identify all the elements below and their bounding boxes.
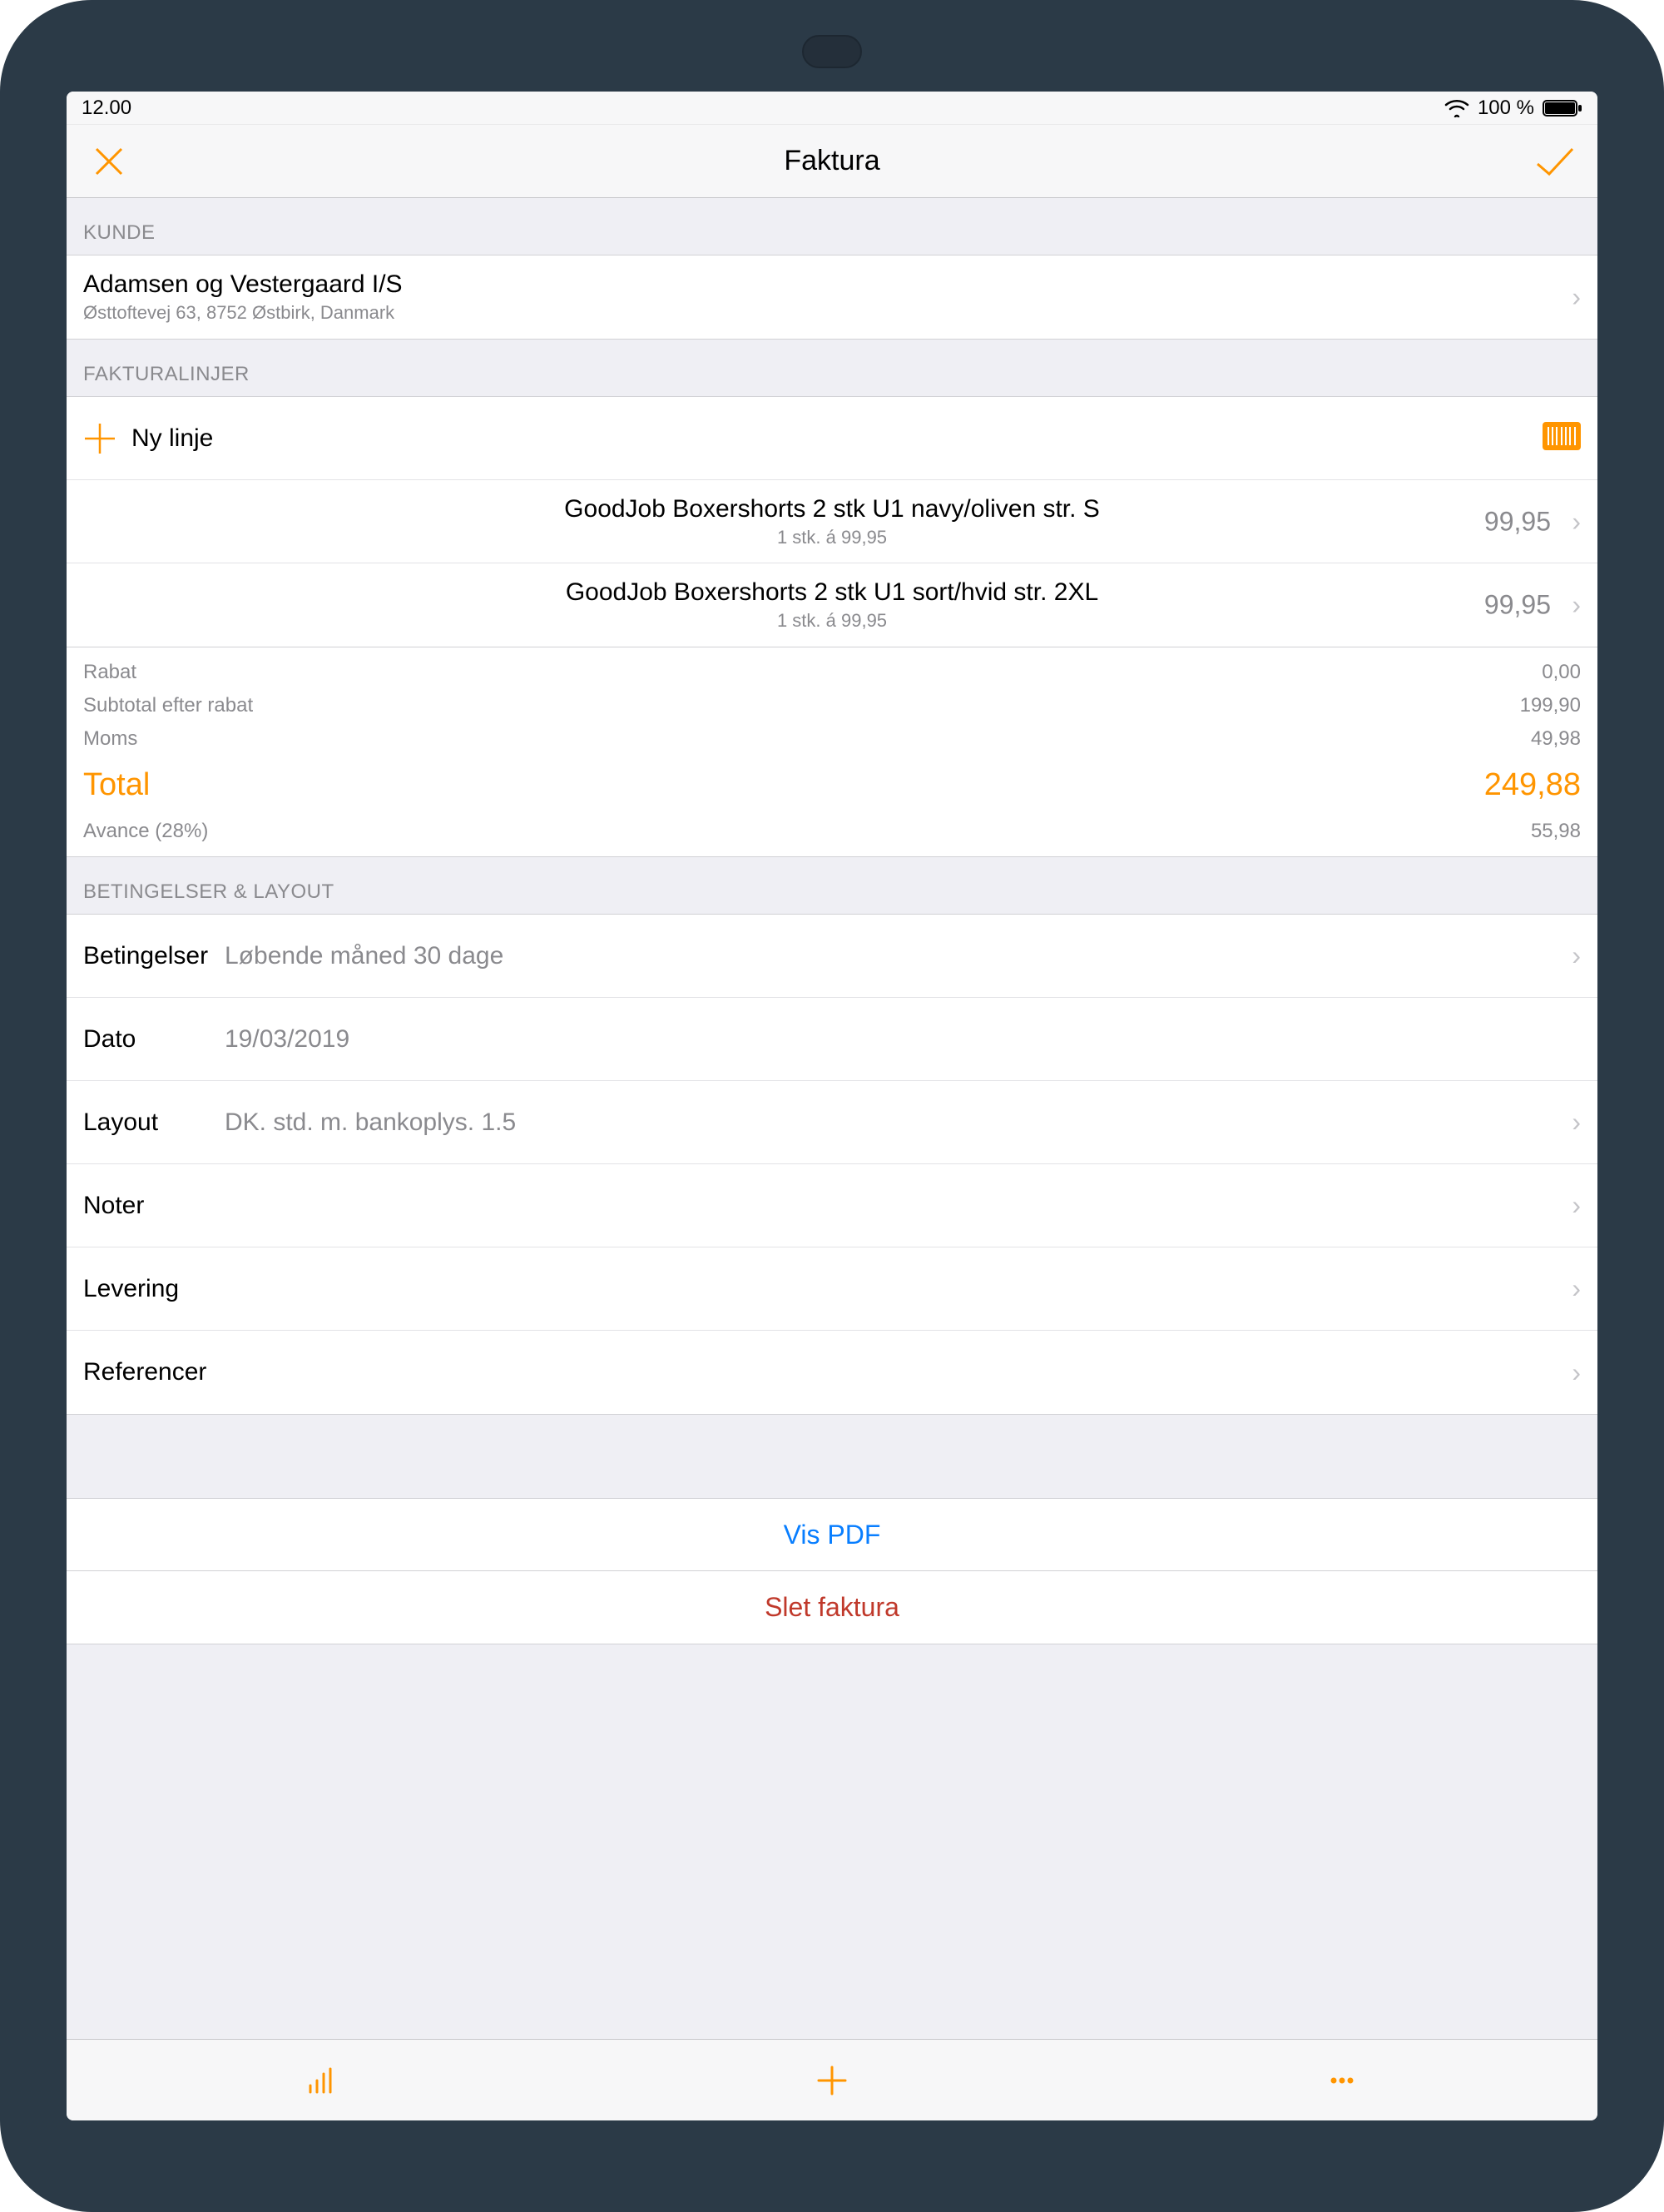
customer-address: Østtoftevej 63, 8752 Østbirk, Danmark <box>83 302 394 324</box>
plus-icon <box>83 422 116 455</box>
chevron-right-icon: › <box>1558 282 1581 313</box>
customer-name: Adamsen og Vestergaard I/S <box>83 270 403 299</box>
delete-invoice-button[interactable]: Slet faktura <box>67 1571 1597 1644</box>
totals-moms: Moms49,98 <box>67 722 1597 756</box>
totals-avance: Avance (28%)55,98 <box>67 815 1597 848</box>
line-item-row[interactable]: GoodJob Boxershorts 2 stk U1 navy/oliven… <box>67 480 1597 563</box>
terms-dato-row[interactable]: Dato 19/03/2019 <box>67 998 1597 1081</box>
noter-label: Noter <box>83 1192 144 1220</box>
line-item-price: 99,95 <box>1484 506 1551 537</box>
betingelser-label: Betingelser <box>83 942 225 970</box>
battery-icon <box>1543 99 1582 117</box>
line-item-sub: 1 stk. á 99,95 <box>777 610 887 632</box>
chevron-right-icon: › <box>1558 590 1581 621</box>
line-item-price: 99,95 <box>1484 590 1551 621</box>
chevron-right-icon: › <box>1558 1273 1581 1304</box>
dato-value: 19/03/2019 <box>225 1025 349 1054</box>
status-battery-text: 100 % <box>1478 97 1534 120</box>
screen: 12.00 100 % Faktura KUNDE <box>67 92 1597 2120</box>
line-item-name: GoodJob Boxershorts 2 stk U1 navy/oliven… <box>564 495 1100 523</box>
tab-add[interactable] <box>807 2056 857 2105</box>
nav-bar: Faktura <box>67 125 1597 198</box>
totals-total: Total249,88 <box>67 756 1597 815</box>
terms-levering-row[interactable]: Levering › <box>67 1247 1597 1331</box>
section-header-customer: KUNDE <box>67 198 1597 255</box>
customer-cell[interactable]: Adamsen og Vestergaard I/S Østtoftevej 6… <box>67 255 1597 340</box>
new-line-row[interactable]: Ny linje <box>67 397 1597 480</box>
terms-noter-row[interactable]: Noter › <box>67 1164 1597 1247</box>
content-scroll[interactable]: KUNDE Adamsen og Vestergaard I/S Østtoft… <box>67 198 1597 2039</box>
status-bar: 12.00 100 % <box>67 92 1597 125</box>
status-time: 12.00 <box>82 97 131 120</box>
section-header-lines: FAKTURALINJER <box>67 340 1597 396</box>
spacer <box>67 1415 1597 1498</box>
layout-label: Layout <box>83 1108 225 1137</box>
lines-group: Ny linje G <box>67 396 1597 647</box>
totals-rabat: Rabat0,00 <box>67 656 1597 689</box>
line-item-name: GoodJob Boxershorts 2 stk U1 sort/hvid s… <box>566 578 1098 607</box>
chevron-right-icon: › <box>1558 1190 1581 1221</box>
referencer-label: Referencer <box>83 1358 206 1386</box>
cancel-button[interactable] <box>88 141 130 182</box>
levering-label: Levering <box>83 1275 179 1303</box>
section-header-terms: BETINGELSER & LAYOUT <box>67 857 1597 914</box>
view-pdf-button[interactable]: Vis PDF <box>67 1498 1597 1571</box>
layout-value: DK. std. m. bankoplys. 1.5 <box>225 1108 516 1137</box>
spacer <box>67 1644 1597 1977</box>
wifi-icon <box>1444 99 1469 117</box>
totals-block: Rabat0,00 Subtotal efter rabat199,90 Mom… <box>67 647 1597 857</box>
terms-layout-row[interactable]: Layout DK. std. m. bankoplys. 1.5 › <box>67 1081 1597 1164</box>
terms-referencer-row[interactable]: Referencer › <box>67 1331 1597 1414</box>
totals-subtotal: Subtotal efter rabat199,90 <box>67 689 1597 722</box>
ipad-frame: 12.00 100 % Faktura KUNDE <box>0 0 1664 2212</box>
dato-label: Dato <box>83 1025 225 1054</box>
tab-stats[interactable] <box>297 2056 347 2105</box>
chevron-right-icon: › <box>1558 1357 1581 1388</box>
chevron-right-icon: › <box>1558 940 1581 971</box>
line-item-sub: 1 stk. á 99,95 <box>777 527 887 548</box>
betingelser-value: Løbende måned 30 dage <box>225 942 503 970</box>
confirm-button[interactable] <box>1534 141 1576 182</box>
tab-more[interactable] <box>1317 2056 1367 2105</box>
chevron-right-icon: › <box>1558 506 1581 537</box>
barcode-icon[interactable] <box>1543 422 1581 454</box>
new-line-label: Ny linje <box>131 424 213 453</box>
line-item-row[interactable]: GoodJob Boxershorts 2 stk U1 sort/hvid s… <box>67 563 1597 647</box>
tab-bar <box>67 2039 1597 2120</box>
chevron-right-icon: › <box>1558 1107 1581 1138</box>
terms-group: Betingelser Løbende måned 30 dage › Dato… <box>67 914 1597 1415</box>
page-title: Faktura <box>130 145 1534 177</box>
ipad-camera <box>802 35 862 68</box>
terms-betingelser-row[interactable]: Betingelser Løbende måned 30 dage › <box>67 915 1597 998</box>
